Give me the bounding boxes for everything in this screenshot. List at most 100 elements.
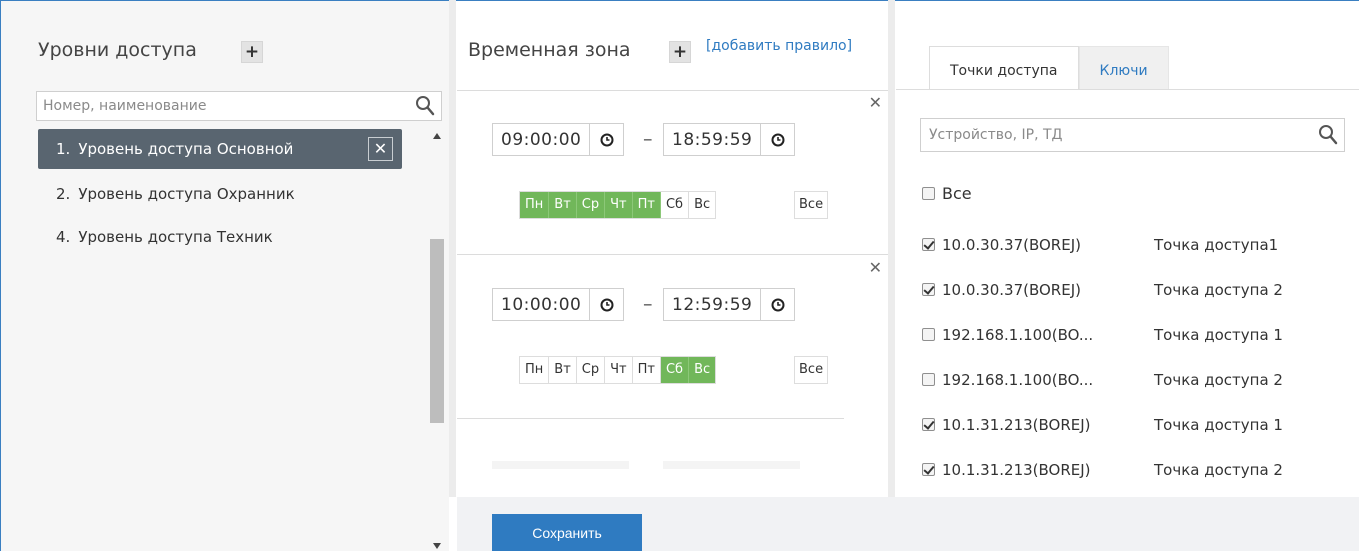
add-rule-link[interactable]: [добавить правило]: [706, 38, 852, 54]
day-toggle-mon[interactable]: Пн: [520, 357, 550, 383]
access-level-label: Уровень доступа Охранник: [78, 184, 295, 203]
start-time-field[interactable]: 09:00:00: [492, 123, 625, 156]
search-icon[interactable]: [1318, 124, 1338, 146]
scroll-up-arrow-icon[interactable]: [433, 133, 441, 139]
start-time-value: 10:00:00: [501, 294, 582, 315]
end-time-value: 18:59:59: [672, 129, 753, 150]
access-point-row: 10.0.30.37(BOREJ) Точка доступа 2: [922, 267, 1342, 312]
faded-placeholder: [492, 461, 629, 469]
day-toggle-thu[interactable]: Чт: [605, 192, 633, 218]
end-time-field[interactable]: 12:59:59: [663, 288, 796, 321]
access-level-item[interactable]: 4. Уровень доступа Техник: [38, 215, 402, 258]
day-toggle-tue[interactable]: Вт: [549, 357, 577, 383]
end-time-field[interactable]: 18:59:59: [663, 123, 796, 156]
start-time-value: 09:00:00: [501, 129, 582, 150]
access-point-checkbox[interactable]: [922, 283, 935, 296]
all-days-button[interactable]: Все: [794, 191, 829, 219]
access-level-search: [36, 91, 442, 121]
access-level-number: 2.: [56, 184, 71, 203]
time-range-dash: –: [643, 293, 653, 315]
clock-icon[interactable]: [760, 289, 794, 320]
access-points-panel: Точки доступа Ключи Все 10.0.30.37(BOREJ…: [896, 1, 1359, 497]
access-point-row: 10.1.31.213(BOREJ) Точка доступа 2: [922, 447, 1342, 492]
access-levels-title: Уровни доступа: [38, 39, 197, 61]
tab-access-points[interactable]: Точки доступа: [929, 46, 1079, 90]
weekday-selector: Пн Вт Ср Чт Пт Сб Вс: [519, 356, 717, 384]
access-point-checkbox[interactable]: [922, 238, 935, 251]
time-zone-panel: Временная зона + [добавить правило] ✕ 09…: [457, 1, 888, 497]
close-icon: ✕: [373, 139, 388, 158]
access-point-name: Точка доступа 2: [1154, 280, 1283, 299]
delete-access-level-button[interactable]: ✕: [368, 137, 393, 161]
tab-bar: Точки доступа Ключи: [929, 46, 1169, 90]
access-point-search: [920, 118, 1345, 152]
access-level-number: 1.: [56, 140, 71, 158]
access-level-item[interactable]: 1. Уровень доступа Основной ✕: [38, 129, 402, 169]
access-point-device: 10.0.30.37(BOREJ): [942, 280, 1081, 299]
day-toggle-fri[interactable]: Пт: [632, 192, 661, 218]
select-all-access-points[interactable]: Все: [922, 184, 972, 203]
access-level-label: Уровень доступа Основной: [78, 140, 294, 158]
add-time-zone-button[interactable]: +: [669, 41, 691, 63]
day-toggle-fri[interactable]: Пт: [632, 357, 661, 383]
start-time-field[interactable]: 10:00:00: [492, 288, 625, 321]
access-point-list: 10.0.30.37(BOREJ) Точка доступа1 10.0.30…: [922, 222, 1342, 492]
select-all-label: Все: [942, 184, 972, 203]
day-toggle-sat[interactable]: Сб: [660, 357, 690, 383]
access-point-name: Точка доступа 1: [1154, 325, 1283, 344]
footer-bar: Сохранить: [457, 497, 1359, 551]
access-point-name: Точка доступа 1: [1154, 415, 1283, 434]
day-toggle-wed[interactable]: Ср: [576, 192, 606, 218]
plus-icon: +: [244, 42, 260, 62]
day-toggle-sun[interactable]: Вс: [689, 357, 716, 383]
access-point-name: Точка доступа 2: [1154, 460, 1283, 479]
time-rule: ✕ 10:00:00 – 12:59:59 Пн Вт Ср Чт Пт Сб …: [457, 255, 888, 418]
weekday-selector: Пн Вт Ср Чт Пт Сб Вс: [519, 191, 717, 219]
save-button[interactable]: Сохранить: [492, 514, 642, 551]
access-point-row: 192.168.1.100(BO... Точка доступа 2: [922, 357, 1342, 402]
access-point-device: 10.0.30.37(BOREJ): [942, 235, 1081, 254]
clock-icon[interactable]: [589, 124, 623, 155]
divider-line: [457, 418, 844, 419]
search-icon[interactable]: [415, 95, 435, 117]
access-point-name: Точка доступа1: [1154, 235, 1279, 254]
tab-bar-underline: [896, 89, 1359, 90]
time-range-dash: –: [643, 128, 653, 150]
panel-divider: [888, 0, 895, 497]
scroll-thumb[interactable]: [430, 239, 444, 423]
access-point-checkbox[interactable]: [922, 328, 935, 341]
remove-rule-close-icon[interactable]: ✕: [869, 258, 882, 277]
day-toggle-mon[interactable]: Пн: [520, 192, 550, 218]
day-toggle-sat[interactable]: Сб: [660, 192, 690, 218]
access-level-search-input[interactable]: [37, 92, 407, 120]
day-toggle-wed[interactable]: Ср: [576, 357, 606, 383]
remove-rule-close-icon[interactable]: ✕: [869, 93, 882, 112]
tab-keys[interactable]: Ключи: [1078, 46, 1169, 90]
end-time-value: 12:59:59: [672, 294, 753, 315]
clock-icon[interactable]: [760, 124, 794, 155]
scroll-down-arrow-icon[interactable]: [433, 543, 441, 549]
day-toggle-thu[interactable]: Чт: [605, 357, 633, 383]
faded-placeholder: [663, 461, 800, 469]
access-levels-panel: Уровни доступа + 1. Уровень доступа Осно…: [1, 1, 449, 551]
day-toggle-tue[interactable]: Вт: [549, 192, 577, 218]
access-point-checkbox[interactable]: [922, 418, 935, 431]
add-access-level-button[interactable]: +: [241, 41, 263, 63]
access-point-checkbox[interactable]: [922, 463, 935, 476]
access-point-device: 10.1.31.213(BOREJ): [942, 415, 1091, 434]
time-zone-title: Временная зона: [468, 39, 631, 61]
access-level-item[interactable]: 2. Уровень доступа Охранник: [38, 172, 402, 215]
access-point-row: 10.0.30.37(BOREJ) Точка доступа1: [922, 222, 1342, 267]
access-level-scrollbar[interactable]: [429, 129, 445, 551]
access-point-checkbox[interactable]: [922, 373, 935, 386]
time-rule: ✕ 09:00:00 – 18:59:59 Пн Вт Ср Чт Пт Сб …: [457, 90, 888, 253]
access-point-row: 10.1.31.213(BOREJ) Точка доступа 1: [922, 402, 1342, 447]
day-toggle-sun[interactable]: Вс: [689, 192, 716, 218]
clock-icon[interactable]: [589, 289, 623, 320]
all-days-button[interactable]: Все: [794, 356, 829, 384]
plus-icon: +: [672, 42, 688, 62]
select-all-checkbox[interactable]: [922, 187, 935, 200]
access-point-device: 10.1.31.213(BOREJ): [942, 460, 1091, 479]
access-point-search-input[interactable]: [921, 119, 1309, 151]
access-level-label: Уровень доступа Техник: [78, 227, 273, 246]
